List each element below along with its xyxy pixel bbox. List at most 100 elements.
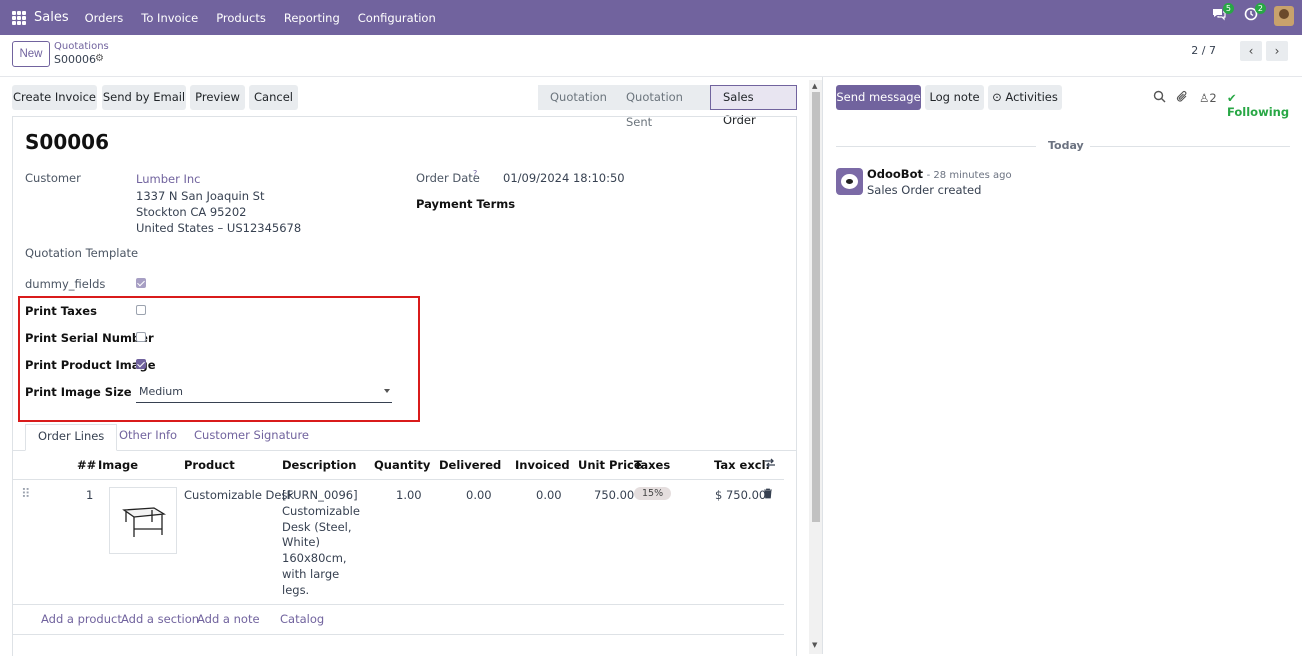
col-product[interactable]: Product [184,458,235,472]
message-time: - 28 minutes ago [926,170,1012,181]
stage-sales-order[interactable]: Sales Order [710,85,797,127]
nav-configuration[interactable]: Configuration [358,11,436,25]
print-image-size-value: Medium [139,385,183,398]
notebook-tabs: Order Lines Other Info Customer Signatur… [12,424,797,451]
description-line: Customizable [282,503,360,518]
print-product-image-checkbox[interactable] [136,359,146,369]
cancel-button[interactable]: Cancel [249,85,298,110]
col-sequence[interactable]: ## [77,458,96,472]
print-taxes-label: Print Taxes [25,304,97,318]
print-taxes-checkbox[interactable] [136,305,146,315]
apps-menu-icon[interactable] [12,10,26,25]
search-icon[interactable] [1153,90,1166,106]
col-tax-excl[interactable]: Tax excl. [714,458,770,472]
col-quantity[interactable]: Quantity [374,458,430,472]
order-date-value[interactable]: 01/09/2024 18:10:50 [503,171,625,185]
col-taxes[interactable]: Taxes [634,458,670,472]
dummy-fields-label: dummy_fields [25,277,106,291]
add-section-link[interactable]: Add a section [121,612,199,626]
scroll-down-arrow-icon[interactable]: ▼ [812,641,817,649]
following-button[interactable]: ✔ Following [1227,91,1302,119]
tab-other-info[interactable]: Other Info [107,424,189,451]
clock-icon: ⊙ [992,90,1002,104]
person-icon: ♙ [1199,91,1210,105]
app-name[interactable]: Sales [34,10,69,25]
row-divider [12,604,784,605]
message-author[interactable]: OdooBot [867,167,923,181]
customer-label: Customer [25,171,81,185]
description-line: legs. [282,582,310,597]
product-image[interactable] [109,487,177,554]
col-invoiced[interactable]: Invoiced [515,458,570,472]
send-message-button[interactable]: Send message [836,85,921,110]
pager-previous-button[interactable]: ‹ [1240,41,1262,61]
description-line: with large [282,566,340,581]
print-serial-number-label: Print Serial Number [25,331,154,345]
day-divider-left [836,146,1036,147]
nav-to-invoice[interactable]: To Invoice [141,11,198,25]
breadcrumb-quotations[interactable]: Quotations [54,41,109,52]
print-image-size-select[interactable]: Medium [136,383,392,403]
customer-address-line2: Stockton CA 95202 [136,205,247,219]
check-icon: ✔ [1227,91,1237,105]
add-note-link[interactable]: Add a note [197,612,260,626]
breadcrumb-current: S00006 [54,53,96,66]
activities-badge: 2 [1254,3,1266,14]
customer-address-line1: 1337 N San Joaquin St [136,189,265,203]
tab-order-lines[interactable]: Order Lines [25,424,118,451]
col-delivered[interactable]: Delivered [439,458,501,472]
scroll-up-arrow-icon[interactable]: ▲ [812,82,817,90]
print-serial-number-checkbox[interactable] [136,332,146,342]
print-image-size-label: Print Image Size [25,385,132,399]
add-product-link[interactable]: Add a product [41,612,122,626]
header-divider [12,479,784,480]
stage-quotation[interactable]: Quotation [538,85,614,110]
attachment-icon[interactable] [1176,90,1188,106]
new-button[interactable]: New [12,41,50,67]
description-line: White) [282,535,320,550]
activities-button[interactable]: ⊙ Activities [988,85,1062,110]
col-unit-price[interactable]: Unit Price [578,458,642,472]
column-settings-icon[interactable] [764,457,776,472]
gear-icon[interactable]: ⚙ [95,53,104,64]
drag-handle-icon[interactable]: ⠿ [21,487,31,502]
col-description[interactable]: Description [282,458,356,472]
row-unit-price: 750.00 [594,488,635,502]
chevron-right-icon: › [1274,44,1280,58]
create-invoice-button[interactable]: Create Invoice [12,85,97,110]
caret-down-icon [384,389,390,393]
status-bar: Quotation Quotation Sent Sales Order [538,85,797,129]
message-header: OdooBot - 28 minutes ago [867,167,1012,181]
row-invoiced: 0.00 [536,488,562,502]
scrollbar-thumb[interactable] [812,92,820,522]
customer-name-link[interactable]: Lumber Inc [136,172,200,186]
nav-products[interactable]: Products [216,11,266,25]
tab-customer-signature[interactable]: Customer Signature [182,424,321,451]
payment-terms-label: Payment Terms [416,197,516,211]
description-line: 160x80cm, [282,551,347,566]
col-image[interactable]: Image [98,458,138,472]
followers-button[interactable]: ♙2 [1199,91,1217,105]
send-by-email-button[interactable]: Send by Email [102,85,186,110]
nav-orders[interactable]: Orders [85,11,124,25]
activities-clock-icon[interactable]: 2 [1242,3,1266,25]
nav-reporting[interactable]: Reporting [284,11,340,25]
chatter-panel [822,77,1302,654]
preview-button[interactable]: Preview [190,85,245,110]
stage-quotation-sent[interactable]: Quotation Sent [614,85,710,129]
chevron-left-icon: ‹ [1248,44,1254,58]
pager-next-button[interactable]: › [1266,41,1288,61]
log-note-button[interactable]: Log note [925,85,984,110]
tax-badge: 15% [634,487,672,500]
control-panel: New Quotations S00006 ⚙ 2 / 7 ‹ › [0,35,1302,77]
top-navbar: Sales Orders To Invoice Products Reporti… [0,0,1302,35]
customer-address-line3: United States – US12345678 [136,221,302,235]
row-sequence: 1 [86,488,94,502]
catalog-link[interactable]: Catalog [280,612,324,626]
messages-icon[interactable]: 5 [1210,3,1234,25]
footer-divider [12,634,784,635]
user-avatar[interactable] [1274,6,1294,26]
pager-value[interactable]: 2 / 7 [1191,44,1216,57]
order-date-help-icon[interactable]: ? [473,169,477,178]
trash-icon[interactable] [763,488,773,502]
